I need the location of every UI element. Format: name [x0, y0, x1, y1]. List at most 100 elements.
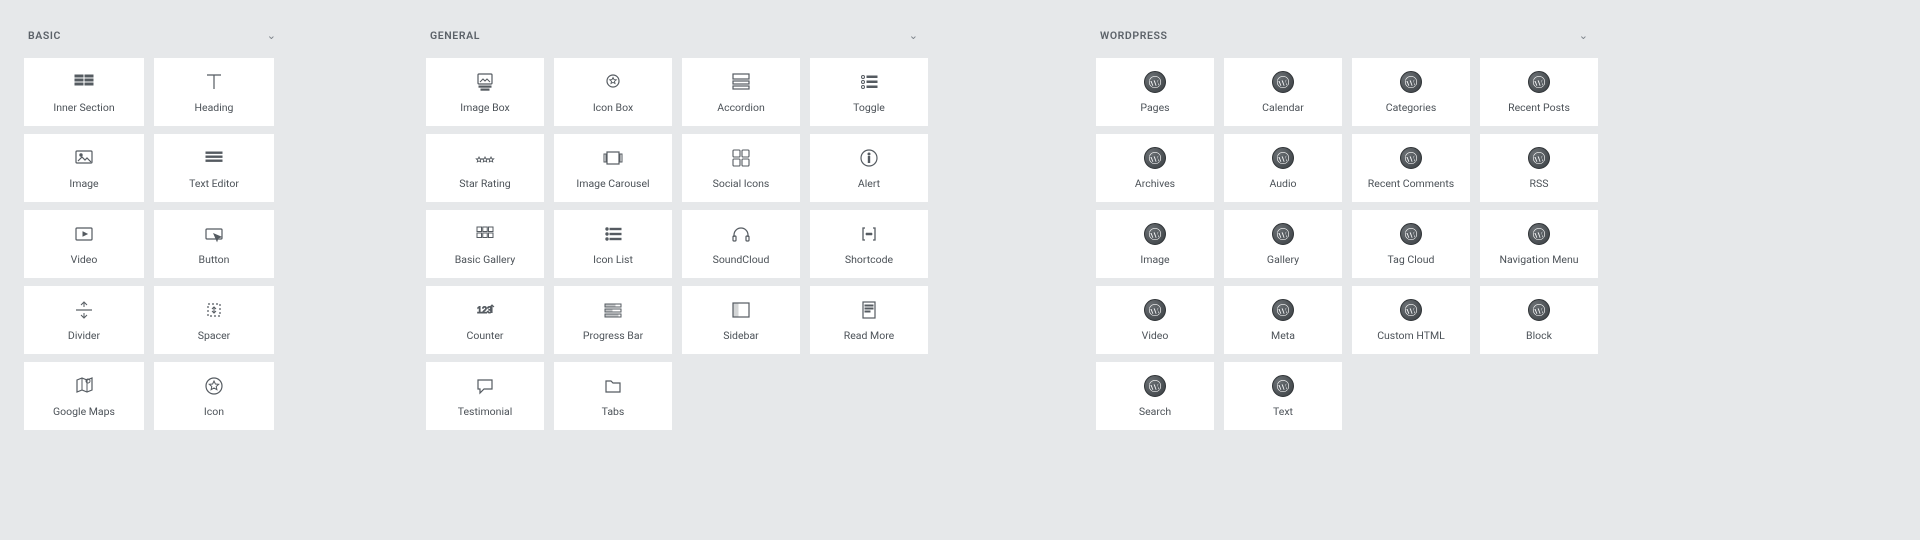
- widget-label: Text: [1269, 406, 1297, 418]
- wordpress-icon: [1144, 147, 1166, 169]
- widget-label: Testimonial: [454, 406, 517, 418]
- widget-gallery[interactable]: Gallery: [1224, 210, 1342, 278]
- widget-heading[interactable]: Heading: [154, 58, 274, 126]
- read-more-icon: [858, 298, 880, 322]
- widget-testimonial[interactable]: Testimonial: [426, 362, 544, 430]
- widget-label: Counter: [463, 330, 508, 342]
- widget-text[interactable]: Text: [1224, 362, 1342, 430]
- widget-label: Block: [1522, 330, 1556, 342]
- wordpress-icon: [1400, 223, 1422, 245]
- widget-label: Audio: [1265, 178, 1300, 190]
- wp-icon: [1400, 146, 1422, 170]
- widget-social-icons[interactable]: Social Icons: [682, 134, 800, 202]
- widget-shortcode[interactable]: Shortcode: [810, 210, 928, 278]
- star-circle-icon: [203, 374, 225, 398]
- widget-tabs[interactable]: Tabs: [554, 362, 672, 430]
- widget-label: Icon: [200, 406, 228, 418]
- wordpress-icon: [1144, 375, 1166, 397]
- headphones-icon: [730, 222, 752, 246]
- wordpress-icon: [1272, 147, 1294, 169]
- widget-label: Spacer: [194, 330, 234, 342]
- widget-google-maps[interactable]: Google Maps: [24, 362, 144, 430]
- widget-icon-list[interactable]: Icon List: [554, 210, 672, 278]
- widget-tag-cloud[interactable]: Tag Cloud: [1352, 210, 1470, 278]
- widget-progress-bar[interactable]: Progress Bar: [554, 286, 672, 354]
- widget-recent-comments[interactable]: Recent Comments: [1352, 134, 1470, 202]
- widget-spacer[interactable]: Spacer: [154, 286, 274, 354]
- wordpress-icon: [1400, 71, 1422, 93]
- widget-image[interactable]: Image: [1096, 210, 1214, 278]
- widget-image-carousel[interactable]: Image Carousel: [554, 134, 672, 202]
- wp-icon: [1272, 222, 1294, 246]
- widget-label: Divider: [64, 330, 104, 342]
- stars-icon: [474, 146, 496, 170]
- widget-rss[interactable]: RSS: [1480, 134, 1598, 202]
- chevron-down-icon: ⌄: [267, 30, 276, 41]
- widget-accordion[interactable]: Accordion: [682, 58, 800, 126]
- widget-icon[interactable]: Icon: [154, 362, 274, 430]
- widget-label: SoundCloud: [709, 254, 774, 266]
- widget-label: Video: [1138, 330, 1173, 342]
- widget-icon-box[interactable]: Icon Box: [554, 58, 672, 126]
- info-icon: [858, 146, 880, 170]
- widget-label: Heading: [191, 102, 238, 114]
- widget-label: Categories: [1382, 102, 1441, 114]
- section-wordpress-grid: PagesCalendarCategoriesRecent PostsArchi…: [1096, 58, 1594, 430]
- image-icon: [73, 146, 95, 170]
- widget-label: Custom HTML: [1373, 330, 1449, 342]
- widget-inner-section[interactable]: Inner Section: [24, 58, 144, 126]
- widget-calendar[interactable]: Calendar: [1224, 58, 1342, 126]
- widget-divider[interactable]: Divider: [24, 286, 144, 354]
- widget-pages[interactable]: Pages: [1096, 58, 1214, 126]
- progress-icon: [602, 298, 624, 322]
- section-wordpress-title: WORDPRESS: [1100, 29, 1168, 42]
- chat-icon: [474, 374, 496, 398]
- widget-soundcloud[interactable]: SoundCloud: [682, 210, 800, 278]
- wp-icon: [1144, 374, 1166, 398]
- widget-block[interactable]: Block: [1480, 286, 1598, 354]
- widget-image-box[interactable]: Image Box: [426, 58, 544, 126]
- widget-label: Progress Bar: [579, 330, 647, 342]
- wordpress-icon: [1272, 223, 1294, 245]
- widget-alert[interactable]: Alert: [810, 134, 928, 202]
- widget-meta[interactable]: Meta: [1224, 286, 1342, 354]
- widget-label: Sidebar: [719, 330, 762, 342]
- widget-video[interactable]: Video: [1096, 286, 1214, 354]
- widget-archives[interactable]: Archives: [1096, 134, 1214, 202]
- brackets-icon: [858, 222, 880, 246]
- widget-video[interactable]: Video: [24, 210, 144, 278]
- widget-read-more[interactable]: Read More: [810, 286, 928, 354]
- carousel-icon: [602, 146, 624, 170]
- button-icon: [203, 222, 225, 246]
- wordpress-icon: [1144, 71, 1166, 93]
- widget-navigation-menu[interactable]: Navigation Menu: [1480, 210, 1598, 278]
- widget-search[interactable]: Search: [1096, 362, 1214, 430]
- widget-label: Recent Comments: [1364, 178, 1458, 190]
- widget-label: Star Rating: [455, 178, 514, 190]
- widget-text-editor[interactable]: Text Editor: [154, 134, 274, 202]
- widget-toggle[interactable]: Toggle: [810, 58, 928, 126]
- widget-counter[interactable]: Counter: [426, 286, 544, 354]
- widget-label: Toggle: [849, 102, 889, 114]
- widget-button[interactable]: Button: [154, 210, 274, 278]
- widget-sidebar[interactable]: Sidebar: [682, 286, 800, 354]
- widget-recent-posts[interactable]: Recent Posts: [1480, 58, 1598, 126]
- widget-label: Icon List: [589, 254, 637, 266]
- widget-basic-gallery[interactable]: Basic Gallery: [426, 210, 544, 278]
- widget-categories[interactable]: Categories: [1352, 58, 1470, 126]
- section-basic-header[interactable]: BASIC ⌄: [24, 20, 282, 50]
- wordpress-icon: [1272, 71, 1294, 93]
- wordpress-icon: [1400, 147, 1422, 169]
- section-basic-grid: Inner Section Heading ImageText EditorVide…: [24, 58, 282, 430]
- icon-list-icon: [602, 222, 624, 246]
- widget-custom-html[interactable]: Custom HTML: [1352, 286, 1470, 354]
- section-general-header[interactable]: GENERAL ⌄: [426, 20, 924, 50]
- widget-label: Image Carousel: [572, 178, 653, 190]
- section-wordpress-header[interactable]: WORDPRESS ⌄: [1096, 20, 1594, 50]
- video-icon: [73, 222, 95, 246]
- widget-star-rating[interactable]: Star Rating: [426, 134, 544, 202]
- wp-icon: [1272, 146, 1294, 170]
- widget-audio[interactable]: Audio: [1224, 134, 1342, 202]
- widget-image[interactable]: Image: [24, 134, 144, 202]
- wp-icon: [1528, 146, 1550, 170]
